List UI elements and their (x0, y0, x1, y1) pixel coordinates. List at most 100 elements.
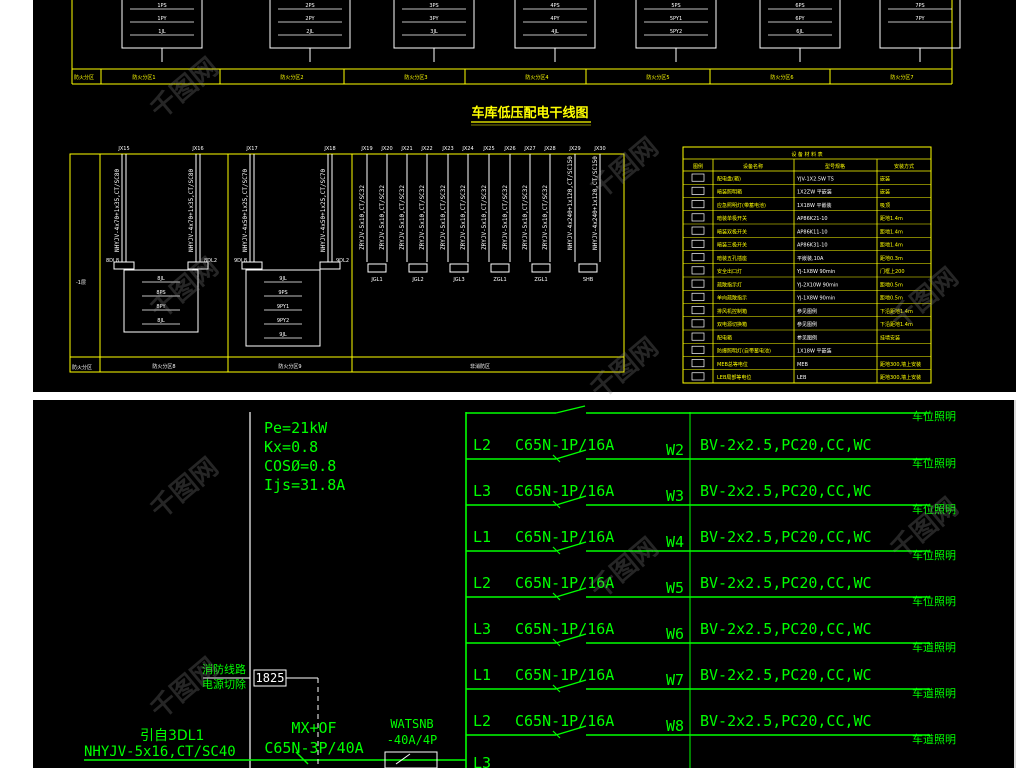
cad-drawing: 防火分区 车库低压配电干线图 -1层 防火分区 防火分区8 防火分区9 非消防区… (33, 0, 1016, 768)
param-pe: Pe=21kW (264, 419, 328, 437)
circuit-phase: L3 (473, 482, 491, 500)
legend-row-model: 参见图例 (797, 321, 817, 328)
junction-label: JX29 (568, 146, 580, 152)
legend-row-name: LEB局部等电位 (717, 374, 751, 381)
riser-cable-label: NHYJV-4x50+1x25,CT/SC70 (320, 169, 327, 252)
circuit-breaker: C65N-1P/16A (515, 620, 614, 638)
top-box-device: 6JL (796, 29, 804, 35)
legend-row-install: 嵌装 (880, 175, 890, 182)
circuit-breaker: C65N-1P/16A (515, 528, 614, 546)
legend-row-model: YJ-1X8W 90min (796, 269, 835, 275)
legend-row-name: 暗装照明箱 (717, 189, 742, 196)
legend-row-model: 1X18W 平嵌装 (797, 348, 832, 355)
legend-header-name: 设备名称 (743, 163, 763, 170)
legend-row-install: 挂墙安装 (880, 334, 900, 341)
riser-dl-label: 9DL8 (234, 258, 247, 264)
riser-cable-label: ZRYJV-5x10,CT/SC32 (419, 185, 426, 250)
circuit-id: W4 (666, 533, 684, 551)
top-box-device: 2PS (305, 3, 314, 9)
riser-dl-label: 9DL2 (336, 258, 349, 264)
legend-row-model: 1X2ZW 平嵌装 (797, 189, 832, 196)
riser-box-label: JGL2 (411, 277, 423, 283)
last-phase-label: L3 (473, 754, 491, 768)
riser-device-label: 9JL (279, 332, 287, 338)
riser-cable-label: NHYJV-4x70+1x35,CT/SC80 (114, 169, 121, 252)
circuit-cable: BV-2x2.5,PC20,CC,WC (700, 712, 872, 730)
top-box-device: 3PS (429, 3, 438, 9)
circuit-breaker: C65N-1P/16A (515, 482, 614, 500)
junction-label: JX21 (400, 146, 412, 152)
circuit-phase: L3 (473, 620, 491, 638)
transfer-switch-rating: -40A/4P (387, 733, 438, 747)
top-compartment-label: 防火分区2 (280, 74, 303, 81)
param-kx: Kx=0.8 (264, 438, 318, 456)
top-box-device: 7PY (915, 16, 925, 22)
circuit-use: 车道照明 (912, 732, 956, 746)
junction-label: JX26 (503, 146, 515, 152)
junction-label: JX27 (523, 146, 535, 152)
junction-label: JX22 (420, 146, 432, 152)
circuit-breaker: C65N-1P/16A (515, 712, 614, 730)
circuit-use: 车位照明 (912, 594, 956, 608)
circuit-use: 车道照明 (912, 686, 956, 700)
circuit-id: W2 (666, 441, 684, 459)
circuit-cable: BV-2x2.5,PC20,CC,WC (700, 620, 872, 638)
legend-row-install: 距地0.3m (880, 255, 903, 262)
circuit-cable: BV-2x2.5,PC20,CC,WC (700, 574, 872, 592)
circuit-phase: L1 (473, 528, 491, 546)
legend-row-install: 距地300,墙上安装 (880, 361, 921, 368)
circuit-cable: BV-2x2.5,PC20,CC,WC (700, 482, 872, 500)
legend-row-install: 距地1.4m (880, 228, 903, 235)
legend-row-name: 配电盘(箱) (717, 175, 741, 182)
legend-row-install: 距地1.4m (880, 215, 903, 222)
top-compartment-label: 防火分区6 (770, 74, 793, 81)
legend-row-install: 吸顶 (880, 203, 890, 209)
circuit-id: W7 (666, 671, 684, 689)
circuit-breaker: C65N-1P/16A (515, 436, 614, 454)
riser-cable-label: ZRYJV-5x10,CT/SC32 (460, 185, 467, 250)
top-box-device: 5PS (671, 3, 680, 9)
legend-row-install: 距地0.5m (880, 281, 903, 288)
riser-bottom-left-label: 防火分区 (72, 364, 92, 371)
circuit-breaker: C65N-1P/16A (515, 666, 614, 684)
legend-row-model: MEB (797, 362, 808, 368)
legend-row-model: YJ-1X8W 90min (796, 296, 835, 302)
legend-row-name: 暗装五孔插座 (717, 255, 747, 262)
junction-label: JX16 (191, 146, 203, 152)
top-box-device: 5PY2 (670, 29, 682, 35)
riser-device-label: 9PY1 (277, 304, 289, 310)
legend-row-install: 嵌装 (880, 189, 890, 196)
legend-row-name: 安全出口灯 (717, 268, 742, 275)
riser-box-label: JGL3 (452, 277, 464, 283)
param-cos: COSØ=0.8 (264, 457, 336, 475)
riser-dl-label: 8DL8 (106, 258, 119, 264)
riser-cable-label: ZRYJV-5x10,CT/SC32 (542, 185, 549, 250)
legend-row-model: AP86K21-10 (797, 216, 828, 222)
riser-box-label: ZGL1 (493, 277, 506, 283)
top-box-device: 2PY (305, 16, 315, 22)
legend-title: 设 备 材 料 表 (791, 151, 822, 158)
param-ijs: Ijs=31.8A (264, 476, 345, 494)
top-box-device: 3PY (429, 16, 439, 22)
riser-bottom-label-2: 防火分区9 (278, 363, 301, 370)
top-box-device: 6PS (795, 3, 804, 9)
legend-row-name: 排风机控制箱 (717, 308, 747, 315)
top-box-device: 4PS (550, 3, 559, 9)
circuit-cable: BV-2x2.5,PC20,CC,WC (700, 528, 872, 546)
riser-box-label: SHB (583, 277, 594, 283)
junction-label: JX15 (117, 146, 129, 152)
circuit-id: W5 (666, 579, 684, 597)
junction-label: JX23 (441, 146, 453, 152)
top-box-device: 4PY (550, 16, 560, 22)
circuit-id: W3 (666, 487, 684, 505)
riser-device-label: 8JL (157, 276, 165, 282)
riser-cable-label: ZRYJV-5x10,CT/SC32 (481, 185, 488, 250)
riser-cable-label: ZRYJV-5x10,CT/SC32 (440, 185, 447, 250)
fire-control-box: 1825 (256, 671, 285, 685)
top-box-device: 1PS (157, 3, 166, 9)
top-box-device: 5PY1 (670, 16, 682, 22)
riser-device-label: 9JL (279, 276, 287, 282)
top-compartment-label: 防火分区1 (132, 74, 155, 81)
circuit-cable: BV-2x2.5,PC20,CC,WC (700, 666, 872, 684)
riser-cable-label: NHYJV-4x70+1x35,CT/SC80 (188, 169, 195, 252)
